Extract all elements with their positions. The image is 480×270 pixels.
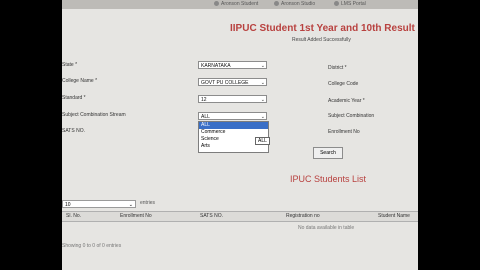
page-title: IIPUC Student 1st Year and 10th Result E… [230,23,418,34]
standard-select[interactable]: 12 ⌄ [198,95,267,103]
screen: Aronson Student Aronson Studio LMS Porta… [62,0,418,270]
table-info: Showing 0 to 0 of 0 entries [62,243,122,249]
list-title: IPUC Students List [290,174,367,184]
entries-select-value: 10 [65,202,71,208]
dropdown-option[interactable]: ALL [199,122,268,129]
bookmark-icon [334,1,339,7]
college-select[interactable]: GOVT PU COLLEGE ⌄ [198,78,267,86]
column-header[interactable]: Sl. No. [66,213,81,219]
success-message: Result Added Successfully [292,37,351,43]
bookmark-icon [214,1,219,7]
combination-select[interactable]: ALL ⌄ [198,112,267,120]
college-label: College Name * [62,78,98,84]
bookmark-item[interactable]: LMS Portal [334,1,366,7]
chevron-down-icon: ⌄ [128,202,133,208]
chevron-down-icon: ⌄ [260,97,265,103]
academic-year-label: Academic Year * [328,98,365,104]
enrollment-label: Enrollment No [328,129,360,135]
column-header[interactable]: SATS NO. [200,213,223,219]
table-header: Sl. No. Enrollment No SATS NO. Registrat… [62,211,418,222]
dropdown-option[interactable]: Commerce [199,129,268,136]
column-header[interactable]: Student Name [378,213,410,219]
sats-label: SATS NO. [62,128,85,134]
district-label: District * [328,65,347,71]
chevron-down-icon: ⌄ [260,80,265,86]
combination-right-label: Subject Combination [328,113,375,119]
chevron-down-icon: ⌄ [260,114,265,120]
bookmark-icon [274,1,279,7]
search-button[interactable]: Search [313,147,343,159]
chevron-down-icon: ⌄ [260,63,265,69]
bookmark-item[interactable]: Aronson Studio [274,1,315,7]
column-header[interactable]: Registration no [286,213,320,219]
college-select-value: GOVT PU COLLEGE [201,80,249,86]
table-empty-message: No data available in table [298,225,355,231]
state-select[interactable]: KARNATAKA ⌄ [198,61,267,69]
column-header[interactable]: Enrollment No [120,213,152,219]
entries-select[interactable]: 10 ⌄ [62,200,136,208]
combination-label: Subject Combination Stream [62,112,126,118]
standard-select-value: 12 [201,97,207,103]
standard-label: Standard * [62,95,86,101]
college-code-label: College Code [328,81,359,87]
state-select-value: KARNATAKA [201,63,231,69]
combination-select-value: ALL [201,114,210,120]
bookmark-item[interactable]: Aronson Student [214,1,258,7]
entries-label: entries [140,200,156,206]
state-label: State * [62,62,78,68]
tooltip: ALL [255,137,270,145]
